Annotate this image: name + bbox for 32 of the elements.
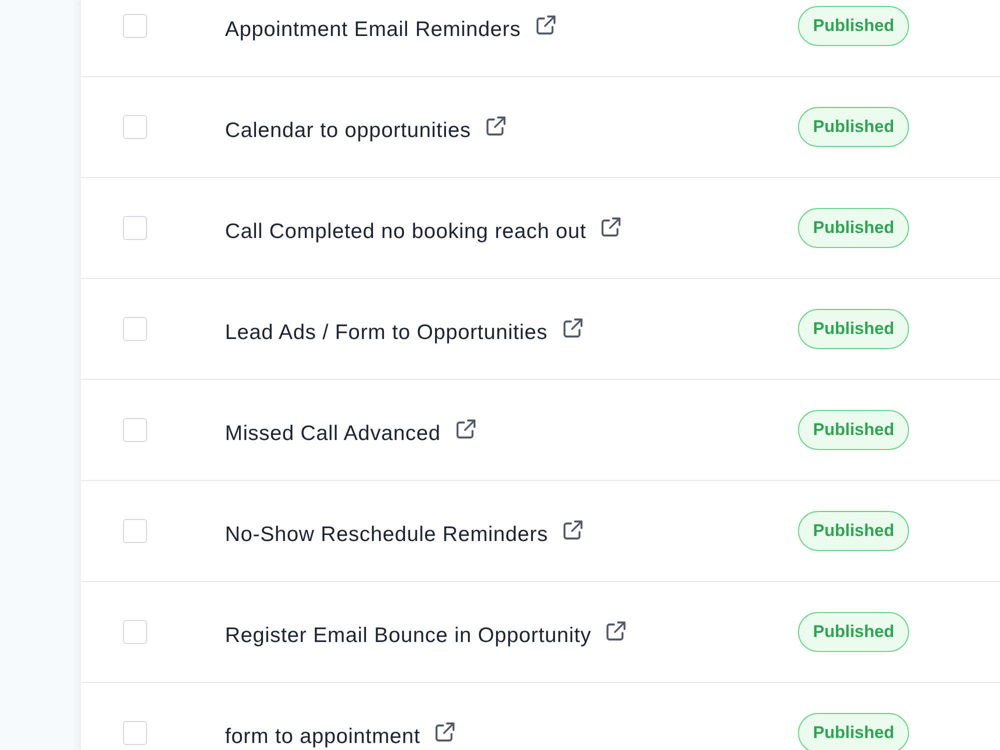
external-link-icon[interactable] bbox=[600, 217, 622, 238]
workflow-name-link[interactable]: Calendar to opportunities bbox=[225, 119, 471, 143]
workflow-name-link[interactable]: Missed Call Advanced bbox=[225, 422, 441, 446]
workflow-name-link[interactable]: Register Email Bounce in Opportunity bbox=[225, 624, 592, 648]
workflow-name-link[interactable]: form to appointment bbox=[225, 725, 420, 749]
status-badge: Published bbox=[798, 208, 910, 248]
status-badge: Published bbox=[798, 713, 910, 750]
row-checkbox[interactable] bbox=[123, 216, 147, 240]
workflow-name-link[interactable]: Appointment Email Reminders bbox=[225, 18, 521, 42]
row-checkbox[interactable] bbox=[123, 14, 147, 38]
row-checkbox[interactable] bbox=[123, 418, 147, 442]
status-badge: Published bbox=[798, 6, 910, 46]
row-checkbox[interactable] bbox=[123, 620, 147, 644]
workflow-name-link[interactable]: Lead Ads / Form to Opportunities bbox=[225, 321, 548, 345]
status-badge: Published bbox=[798, 410, 910, 450]
row-checkbox[interactable] bbox=[123, 317, 147, 341]
external-link-icon[interactable] bbox=[454, 419, 476, 440]
external-link-icon[interactable] bbox=[484, 116, 506, 137]
row-checkbox[interactable] bbox=[123, 721, 147, 745]
row-checkbox[interactable] bbox=[123, 519, 147, 543]
status-badge: Published bbox=[798, 309, 910, 349]
external-link-icon[interactable] bbox=[605, 621, 626, 642]
workflow-name-link[interactable]: Call Completed no booking reach out bbox=[225, 220, 586, 244]
workflow-name-link[interactable]: No-Show Reschedule Reminders bbox=[225, 523, 548, 547]
external-link-icon[interactable] bbox=[534, 15, 556, 36]
external-link-icon[interactable] bbox=[562, 520, 584, 541]
status-badge: Published bbox=[798, 107, 910, 147]
status-badge: Published bbox=[798, 511, 910, 551]
external-link-icon[interactable] bbox=[434, 722, 456, 743]
status-badge: Published bbox=[798, 612, 910, 652]
row-checkbox[interactable] bbox=[123, 115, 147, 139]
external-link-icon[interactable] bbox=[562, 318, 583, 339]
